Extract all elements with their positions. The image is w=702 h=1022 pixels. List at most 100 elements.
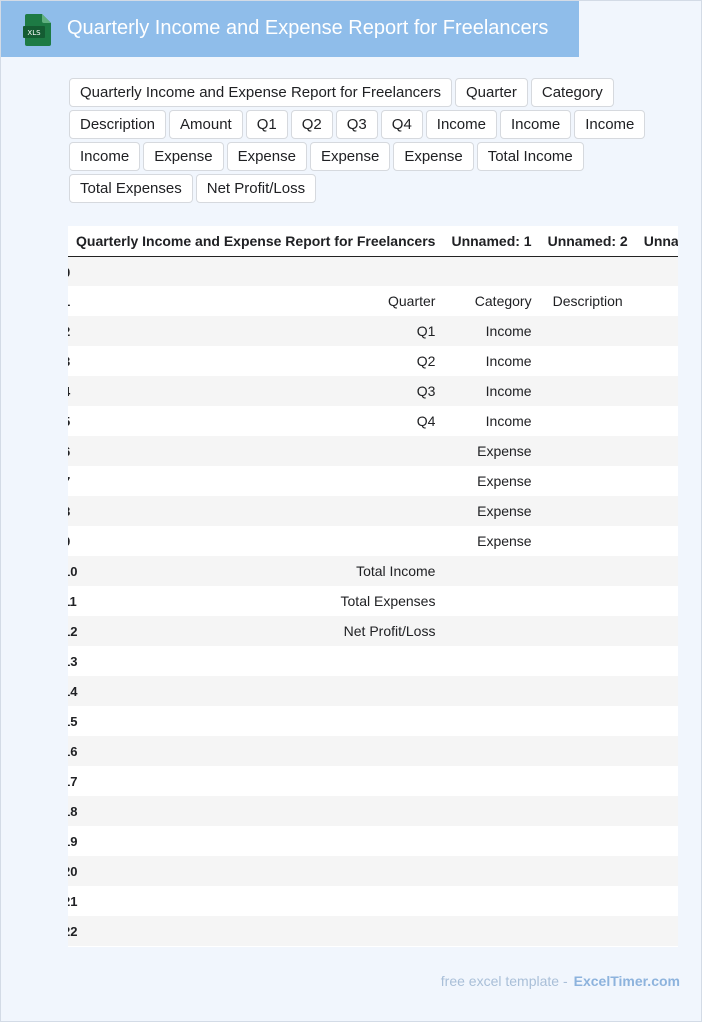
table-cell [540,376,636,406]
table-row: 9 Expense [68,526,678,556]
column-tag[interactable]: Q4 [380,110,423,139]
column-tag-list: Quarterly Income and Expense Report for … [69,78,701,203]
table-cell [636,436,678,466]
row-index-label: 17 [68,774,78,789]
column-tag[interactable]: Expense [143,142,224,171]
table-cell [443,586,539,616]
row-index-label: 13 [68,654,78,669]
column-tag[interactable]: Income [425,110,497,139]
column-tag[interactable]: Q1 [245,110,288,139]
row-index-label: 9 [68,534,70,549]
row-index-label: 3 [68,354,70,369]
column-tag[interactable]: Q2 [290,110,333,139]
column-tag[interactable]: Total Expenses [69,174,193,203]
row-index-label: 19 [68,834,78,849]
table-cell [443,706,539,736]
footer-brand-link[interactable]: ExcelTimer.com [574,973,680,989]
table-cell: Category [474,293,532,309]
column-tag[interactable]: Quarterly Income and Expense Report for … [69,78,453,107]
table-cell [443,886,539,916]
table-cell: Total Income [356,563,436,579]
table-cell [636,916,678,946]
table-cell [540,706,636,736]
table-cell: Q4 [416,413,436,429]
table-row: 15 [68,706,678,736]
column-tag[interactable]: Quarter [455,78,528,107]
table-cell [68,526,443,556]
table-row: 20 [68,856,678,886]
column-tag[interactable]: Total Income [476,142,584,171]
table-cell [68,766,443,796]
table-cell [636,556,678,586]
column-tag[interactable]: Category [530,78,614,107]
column-tag[interactable]: Net Profit/Loss [195,174,317,203]
column-header: Quarterly Income and Expense Report for … [68,226,444,257]
table-cell [68,436,443,466]
table-cell [443,796,539,826]
table-cell [443,556,539,586]
table-row: 12 Net Profit/Loss [68,616,678,646]
table-cell [636,646,678,676]
table-cell: Income [485,353,532,369]
table-cell [636,346,678,376]
table-cell [636,706,678,736]
table-cell [636,586,678,616]
row-index-label: 15 [68,714,78,729]
table-cell: Income [485,323,532,339]
table-row: 4 Q3 Income [68,376,678,406]
column-tag[interactable]: Expense [309,142,391,171]
table-cell: Expense [477,533,532,549]
column-tag[interactable]: Amount [169,110,243,139]
column-tag[interactable]: Income [69,142,141,171]
column-tag[interactable]: Income [574,110,646,139]
table-row: 16 [68,736,678,766]
column-tag[interactable]: Description [69,110,167,139]
table-cell [68,466,443,496]
row-index-label: 18 [68,804,78,819]
column-tag[interactable]: Expense [226,142,307,171]
table-cell: Q3 [416,383,436,399]
table-cell [443,676,539,706]
row-index-label: 21 [68,894,78,909]
column-tag[interactable]: Expense [393,142,474,171]
table-cell [68,496,443,526]
table-cell [540,466,636,496]
table-cell [68,706,443,736]
table-cell [540,346,636,376]
table-cell [443,616,539,646]
table-cell [636,316,678,346]
table-row: 0 [68,256,678,286]
table-cell [540,256,636,286]
table-cell [636,466,678,496]
row-index-label: 7 [68,474,70,489]
table-cell: Income [485,413,532,429]
table-cell [540,526,636,556]
column-tag[interactable]: Q3 [335,110,378,139]
table-cell [68,826,443,856]
table-cell [443,646,539,676]
header-banner: XLS Quarterly Income and Expense Report … [1,1,579,57]
column-header: Unnamed: 1 [443,226,540,257]
column-header: Unnamed: 3 [635,226,678,257]
table-cell [443,856,539,886]
table-cell [540,616,636,646]
row-index-label: 12 [68,624,78,639]
table-cell [636,616,678,646]
table-cell [636,526,678,556]
table-cell [443,766,539,796]
table-row: 10 Total Income [68,556,678,586]
table-cell [443,916,539,946]
table-row: 21 [68,886,678,916]
table-row: 5 Q4 Income [68,406,678,436]
table-cell [68,256,443,286]
table-cell [636,676,678,706]
column-tag[interactable]: Income [500,110,572,139]
table-cell [68,646,443,676]
table-row: 3 Q2 Income [68,346,678,376]
table-cell: Expense [477,503,532,519]
table-cell [540,436,636,466]
row-index-label: 11 [68,594,77,609]
table-row: 13 [68,646,678,676]
table-row: 8 Expense [68,496,678,526]
table-cell: Total Expenses [340,593,436,609]
